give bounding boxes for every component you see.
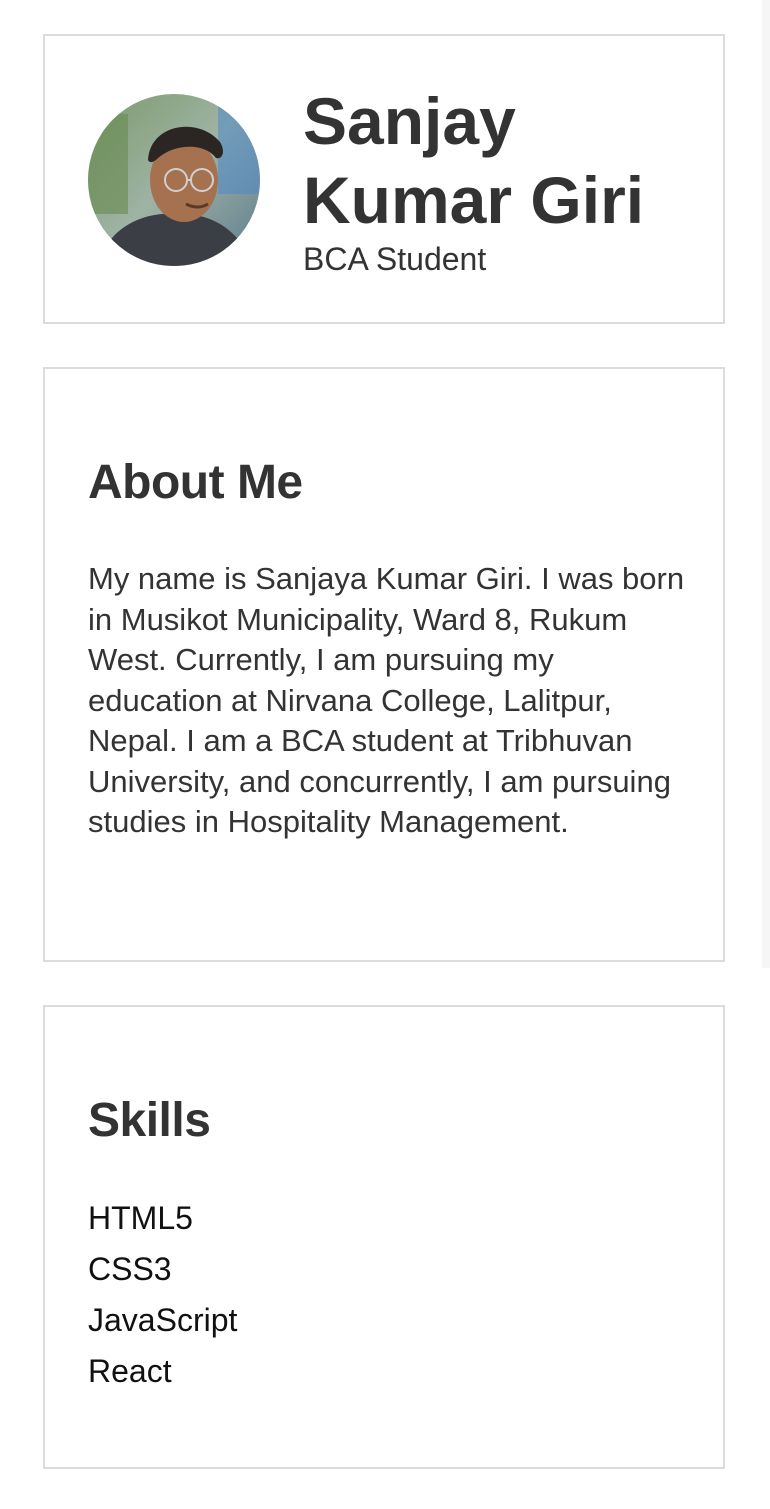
avatar: [88, 94, 260, 266]
about-title: About Me: [88, 456, 303, 509]
profile-subtitle: BCA Student: [303, 241, 487, 277]
skill-item: HTML5: [88, 1200, 193, 1236]
skills-list: HTML5 CSS3 JavaScript React: [88, 1193, 237, 1397]
skills-card: Skills HTML5 CSS3 JavaScript React: [43, 1005, 725, 1469]
profile-name-line1: Sanjay: [303, 84, 516, 158]
avatar-photo: [88, 94, 260, 266]
skills-title: Skills: [88, 1094, 211, 1147]
about-card: About Me My name is Sanjaya Kumar Giri. …: [43, 367, 725, 962]
profile-card: Sanjay Kumar Giri BCA Student: [43, 34, 725, 324]
profile-name: Sanjay Kumar Giri: [303, 82, 703, 240]
skill-item: CSS3: [88, 1251, 172, 1287]
skill-item: React: [88, 1353, 172, 1389]
profile-name-line2: Kumar Giri: [303, 163, 645, 237]
skill-item: JavaScript: [88, 1302, 238, 1338]
scrollbar-track[interactable]: [762, 0, 770, 968]
about-text: My name is Sanjaya Kumar Giri. I was bor…: [88, 561, 685, 839]
